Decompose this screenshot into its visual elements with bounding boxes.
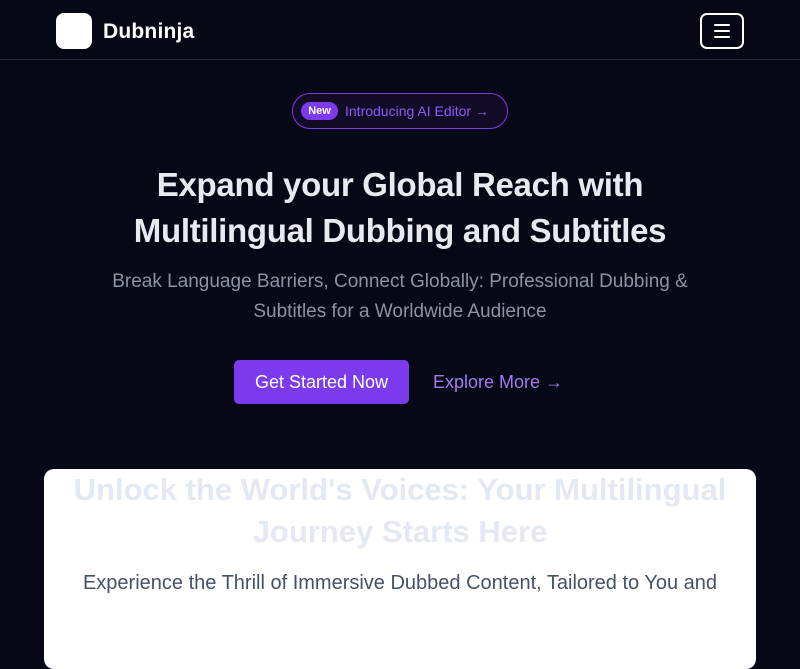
top-navbar: Dubninja (0, 0, 800, 60)
new-badge: New (301, 102, 338, 120)
hero-subtitle-line1: Break Language Barriers, Connect Globall… (112, 271, 688, 292)
logo-icon[interactable] (56, 13, 92, 49)
hero-title: Expand your Global Reach with Multilingu… (60, 162, 740, 254)
features-card: Unlock the World's Voices: Your Multilin… (44, 469, 756, 669)
announcement-link[interactable]: Introducing AI Editor → (345, 102, 489, 120)
hamburger-menu-button[interactable] (700, 13, 744, 49)
explore-more-link[interactable]: Explore More → (433, 371, 563, 393)
brand-name[interactable]: Dubninja (103, 19, 194, 45)
section-title: Unlock the World's Voices: Your Multilin… (44, 469, 756, 553)
hero-subtitle-line2: Subtitles for a Worldwide Audience (253, 301, 547, 322)
hero-title-line2: Multilingual Dubbing and Subtitles (133, 212, 667, 249)
section-title-line2: Journey Starts Here (252, 514, 548, 549)
get-started-button[interactable]: Get Started Now (234, 360, 409, 404)
hamburger-menu-icon (714, 24, 730, 26)
hero-subtitle: Break Language Barriers, Connect Globall… (60, 267, 740, 327)
section-title-line1: Unlock the World's Voices: Your Multilin… (73, 472, 727, 507)
hero-title-line1: Expand your Global Reach with (156, 166, 644, 203)
section-subtitle: Experience the Thrill of Immersive Dubbe… (82, 572, 718, 594)
hero-section: New Introducing AI Editor → Expand your … (0, 60, 800, 460)
announcement-pill[interactable]: New Introducing AI Editor → (292, 93, 508, 129)
